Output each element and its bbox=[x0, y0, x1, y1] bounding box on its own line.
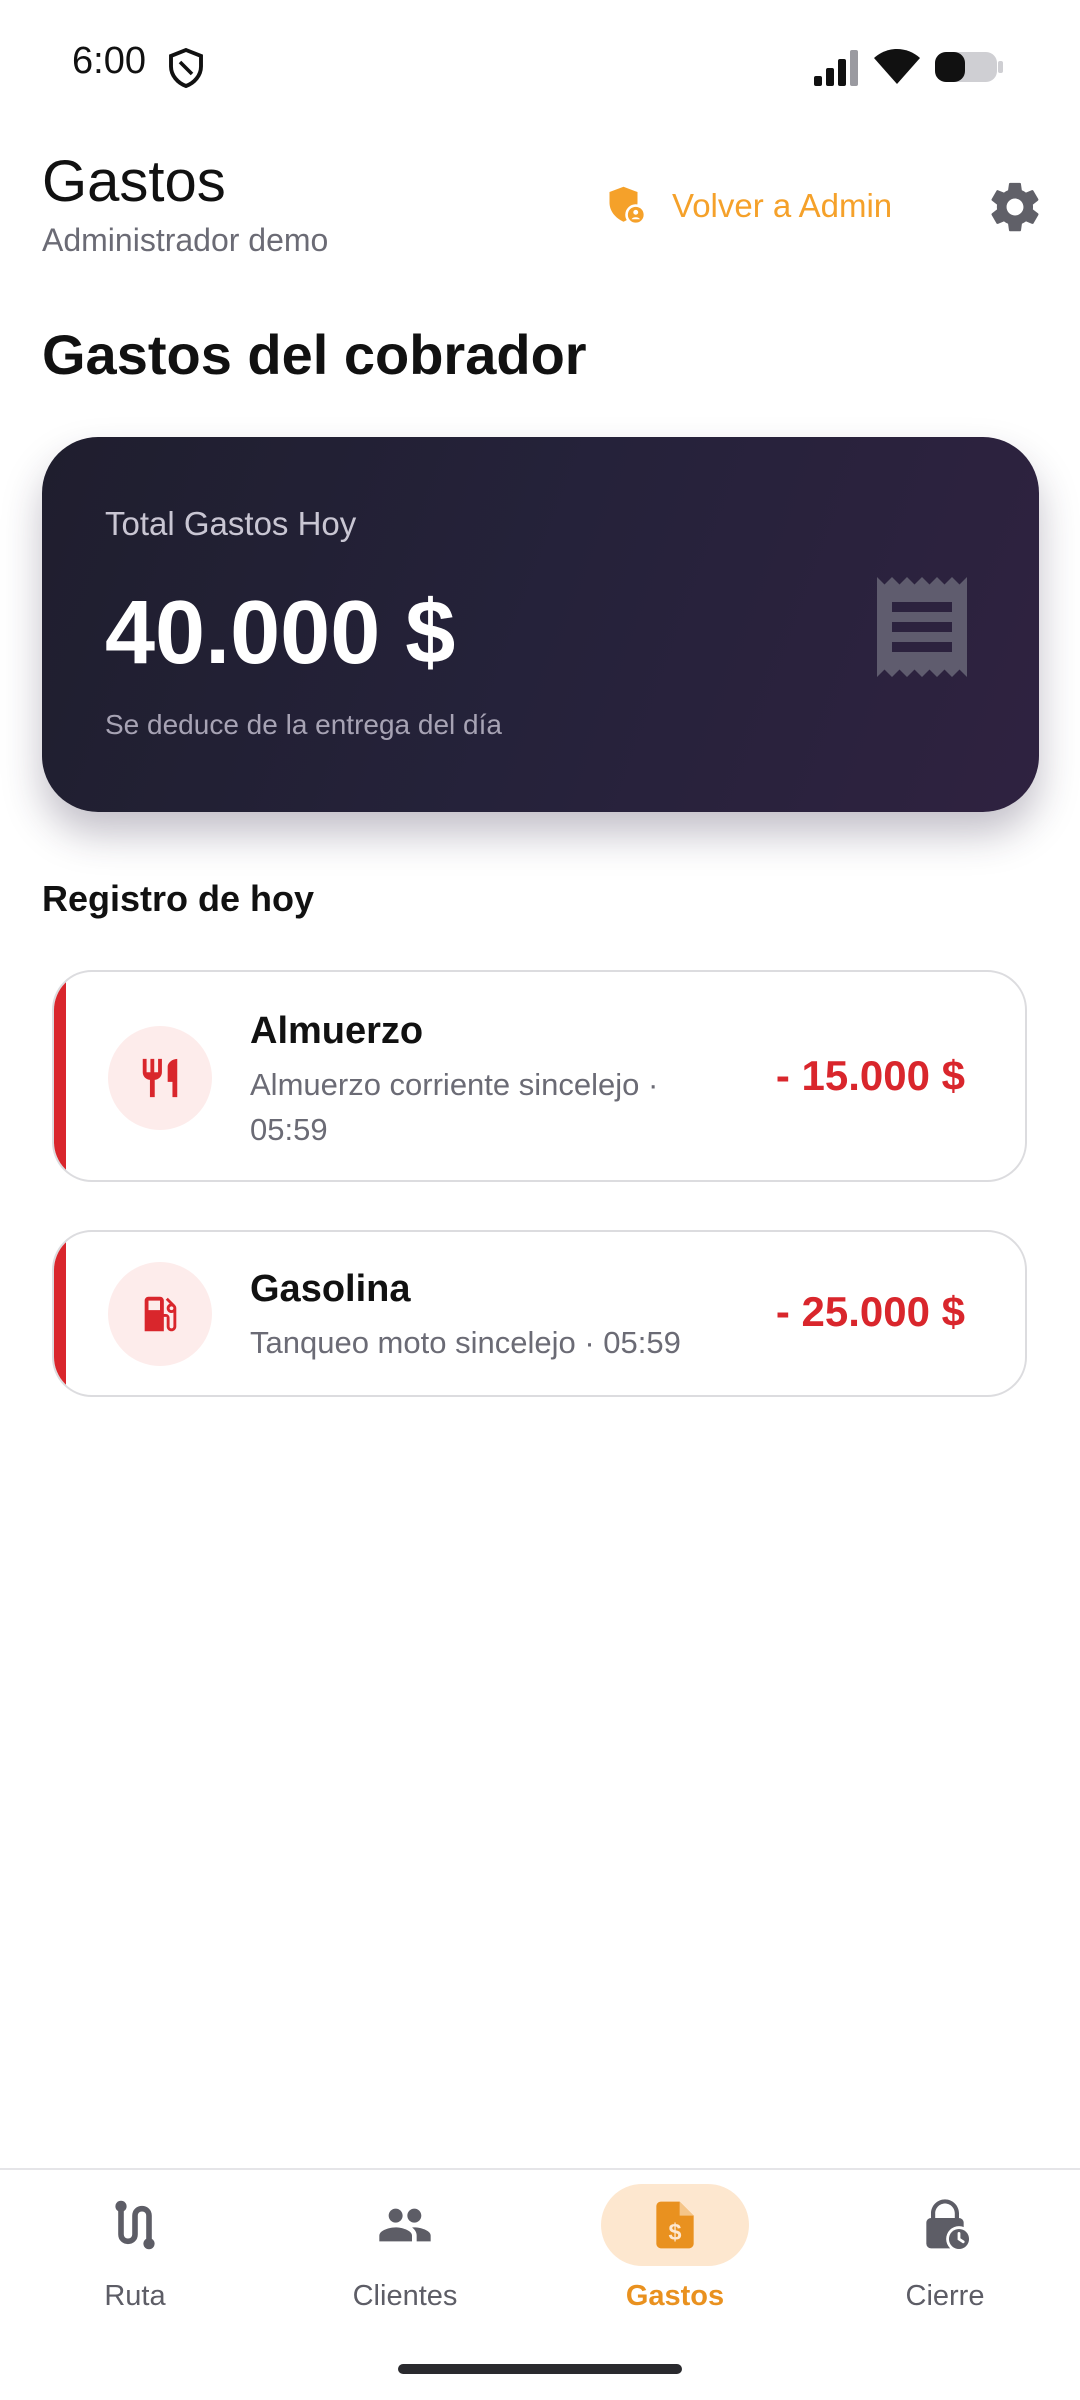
nav-item-gastos[interactable]: $ Gastos bbox=[540, 2184, 810, 2334]
expense-amount: - 25.000 $ bbox=[775, 1288, 965, 1335]
total-note: Se deduce de la entrega del día bbox=[105, 709, 502, 740]
admin-shield-icon bbox=[609, 186, 647, 226]
nav-label: Ruta bbox=[104, 2280, 166, 2312]
nav-icon-wrap bbox=[61, 2184, 209, 2266]
nav-icon-wrap bbox=[871, 2184, 1019, 2266]
wifi-icon bbox=[874, 49, 920, 84]
shield-icon bbox=[169, 48, 203, 88]
nav-item-clientes[interactable]: Clientes bbox=[270, 2184, 540, 2334]
nav-icon-wrap: $ bbox=[601, 2184, 749, 2266]
expense-description: Almuerzo corriente sincelejo · 05:59 bbox=[250, 1067, 659, 1147]
status-bar: 6:00 bbox=[0, 0, 1080, 130]
svg-text:$: $ bbox=[669, 2219, 682, 2245]
signal-icon bbox=[814, 50, 858, 86]
total-expenses-card: Total Gastos Hoy 40.000 $ Se deduce de l… bbox=[42, 437, 1039, 812]
gear-icon[interactable] bbox=[986, 178, 1044, 236]
home-indicator[interactable] bbox=[398, 2364, 682, 2374]
expense-description: Tanqueo moto sincelejo · 05:59 bbox=[250, 1325, 681, 1360]
nav-label: Clientes bbox=[352, 2280, 458, 2312]
expense-item-almuerzo[interactable]: Almuerzo Almuerzo corriente sincelejo · … bbox=[52, 970, 1027, 1182]
people-icon bbox=[379, 2208, 431, 2242]
total-label: Total Gastos Hoy bbox=[105, 505, 357, 542]
status-time: 6:00 bbox=[72, 40, 146, 82]
nav-item-ruta[interactable]: Ruta bbox=[0, 2184, 270, 2334]
battery-icon bbox=[935, 52, 1003, 82]
utensils-icon bbox=[142, 1058, 178, 1098]
expense-icon-circle bbox=[108, 1026, 212, 1130]
expense-accent-bar bbox=[54, 1232, 66, 1395]
back-to-admin-button[interactable]: Volver a Admin bbox=[606, 178, 892, 234]
page-subtitle: Administrador demo bbox=[42, 222, 329, 258]
total-amount: 40.000 $ bbox=[105, 583, 456, 683]
expense-accent-bar bbox=[54, 972, 66, 1180]
registro-title: Registro de hoy bbox=[42, 878, 315, 919]
gas-pump-icon bbox=[144, 1296, 177, 1332]
nav-item-cierre[interactable]: Cierre bbox=[810, 2184, 1080, 2334]
page-title: Gastos bbox=[42, 149, 226, 214]
receipt-icon bbox=[877, 577, 967, 677]
route-icon bbox=[115, 2200, 155, 2250]
nav-icon-wrap bbox=[331, 2184, 479, 2266]
expense-name: Almuerzo bbox=[250, 1010, 424, 1052]
back-to-admin-label: Volver a Admin bbox=[672, 187, 893, 224]
expense-name: Gasolina bbox=[250, 1268, 411, 1310]
lock-clock-icon bbox=[926, 2199, 972, 2252]
section-title: Gastos del cobrador bbox=[42, 323, 587, 386]
expense-doc-icon: $ bbox=[656, 2201, 694, 2249]
nav-label: Cierre bbox=[905, 2280, 985, 2312]
expense-amount: - 15.000 $ bbox=[775, 1052, 965, 1099]
expense-icon-circle bbox=[108, 1262, 212, 1366]
expense-item-gasolina[interactable]: Gasolina Tanqueo moto sincelejo · 05:59 … bbox=[52, 1230, 1027, 1397]
nav-label: Gastos bbox=[625, 2280, 725, 2312]
